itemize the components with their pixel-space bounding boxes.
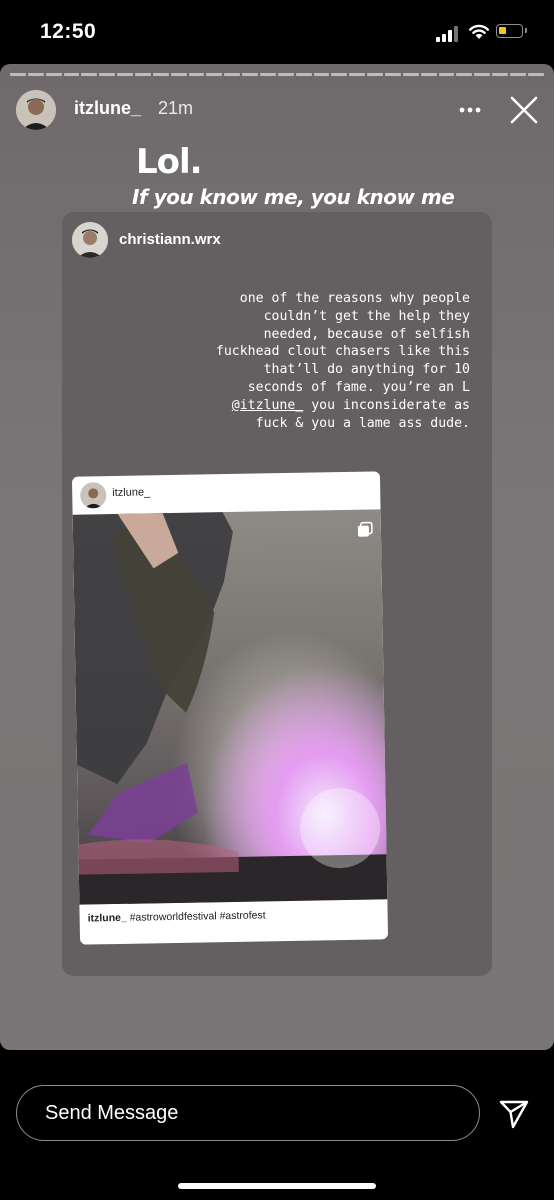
avatar-image [80,482,107,509]
avatar[interactable] [80,482,107,509]
carousel-icon [357,521,373,537]
status-time: 12:50 [40,20,97,43]
more-horizontal-icon[interactable] [458,98,482,122]
story-progress-segment [456,73,473,76]
wifi-icon [469,24,489,39]
shared-story-text-part: one of the reasons why people couldn’t g… [215,291,470,395]
battery-icon [496,24,527,38]
story-progress-segment [99,73,116,76]
story-header: itzlune_ 21m [16,90,538,134]
story-progress-segment [510,73,526,76]
post-photo[interactable] [72,509,388,905]
story-progress-segment [295,73,312,76]
home-indicator[interactable] [178,1183,376,1189]
post-caption-hashtags[interactable]: #astroworldfestival #astrofest [130,909,266,923]
story-progress-segment [117,73,134,76]
story-progress-segment [170,73,187,76]
story-progress-bar [10,73,544,76]
shared-story-card[interactable]: christiann.wrx one of the reasons why pe… [62,212,492,976]
story-progress-segment [385,73,401,76]
story-progress-segment [27,73,44,76]
avatar[interactable] [16,90,56,130]
story-progress-segment [474,73,491,76]
shared-story-username[interactable]: christiann.wrx [119,231,221,248]
close-icon[interactable] [508,94,540,126]
story-progress-segment [135,73,151,76]
post-caption-username[interactable]: itzlune_ [88,912,127,925]
story-progress-segment [492,73,509,76]
post-caption: itzlune_ #astroworldfestival #astrofest [88,909,266,924]
story-progress-segment [81,73,98,76]
post-username[interactable]: itzlune_ [112,486,150,499]
status-bar: 12:50 [0,0,554,64]
story-progress-segment [438,73,455,76]
send-icon[interactable] [498,1099,530,1129]
story-viewer[interactable]: itzlune_ 21m Lol. If you know me, you kn… [0,64,554,1050]
story-progress-segment [188,73,205,76]
story-progress-segment [527,73,544,76]
story-progress-segment [349,73,366,76]
avatar-image [72,222,108,258]
story-progress-segment [45,73,62,76]
story-progress-segment [260,73,276,76]
shared-story-text: one of the reasons why people couldn’t g… [212,290,470,432]
story-timestamp: 21m [158,98,194,118]
story-progress-segment [313,73,330,76]
shared-post[interactable]: itzlune_ itzlune_ #astroworldfestival #a… [71,471,389,945]
story-caption-title: Lol. [136,142,203,182]
story-progress-segment [224,73,241,76]
story-username[interactable]: itzlune_ [74,98,141,119]
story-progress-segment [331,73,348,76]
shared-story-header: christiann.wrx [72,222,472,258]
avatar-image [16,90,56,130]
story-progress-segment [63,73,80,76]
avatar[interactable] [72,222,108,258]
send-message-field[interactable] [16,1085,480,1141]
story-progress-segment [402,73,419,76]
post-header: itzlune_ [72,471,381,514]
story-progress-segment [420,73,437,76]
story-progress-segment [277,73,294,76]
story-progress-segment [367,73,384,76]
story-progress-segment [10,73,26,76]
story-progress-segment [242,73,259,76]
story-progress-segment [206,73,223,76]
concert-photo-image [72,512,388,905]
story-progress-segment [152,73,169,76]
story-caption-subtitle: If you know me, you know me [132,185,455,209]
send-message-input[interactable] [43,1086,467,1141]
mention-link[interactable]: @itzlune_ [232,398,303,413]
cellular-signal-icon [436,26,460,42]
